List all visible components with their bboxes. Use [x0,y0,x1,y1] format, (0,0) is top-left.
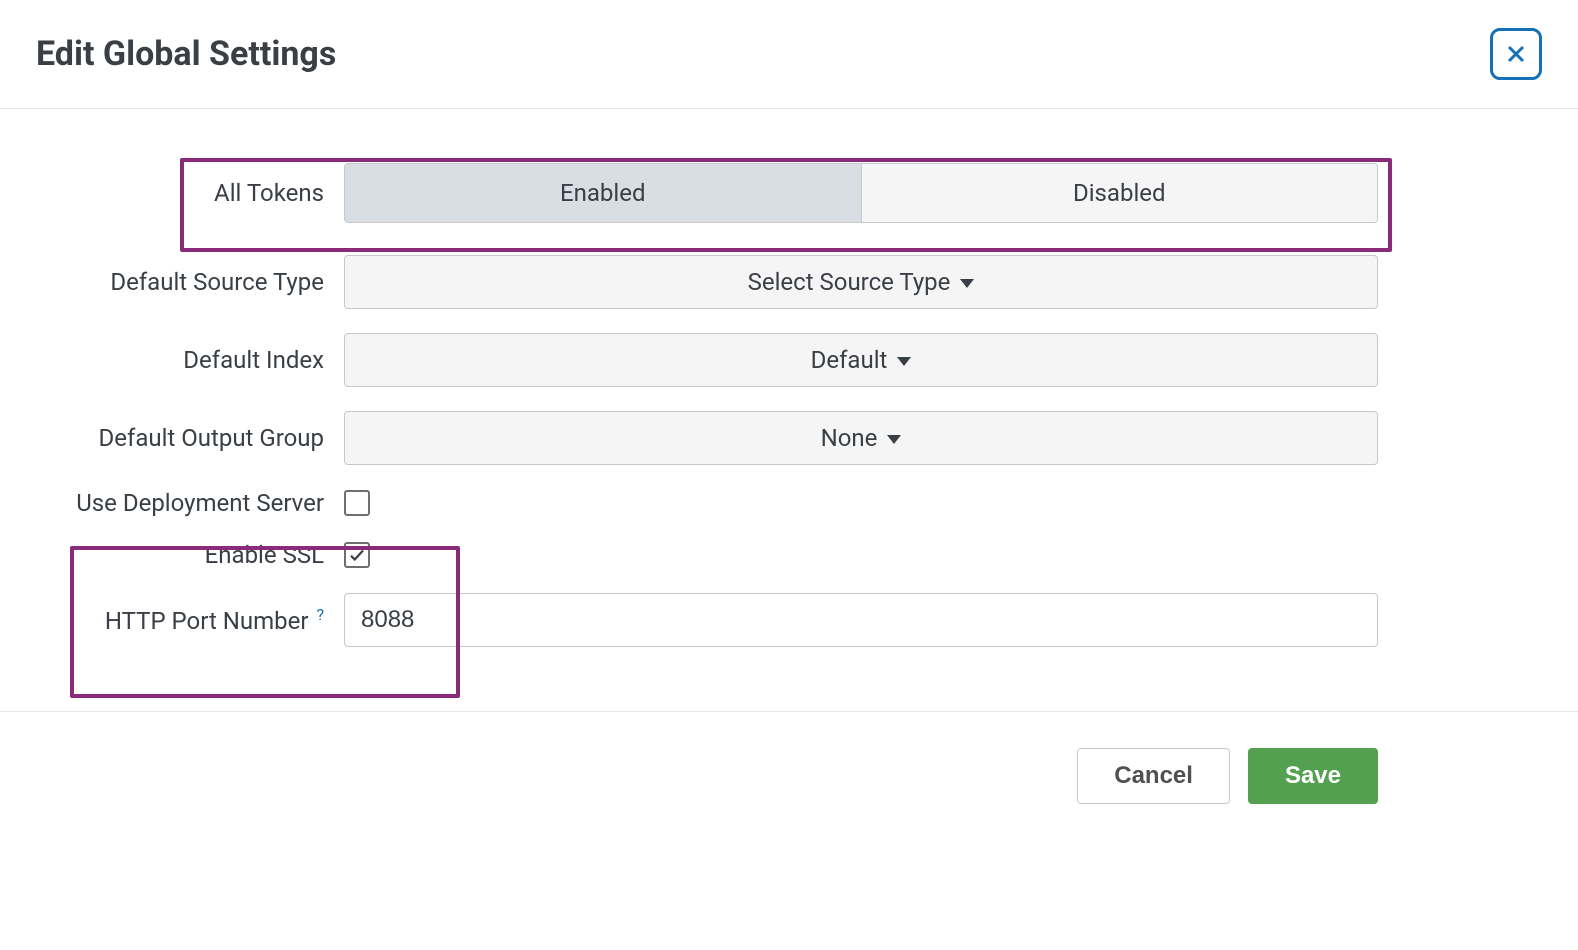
all-tokens-toggle: Enabled Disabled [344,163,1378,223]
label-default-output-group: Default Output Group [36,424,344,452]
dropdown-default-source-type-value: Select Source Type [748,268,951,296]
label-http-port-number: HTTP Port Number ? [36,605,344,635]
help-icon[interactable]: ? [316,605,324,624]
label-use-deployment-server: Use Deployment Server [36,489,344,517]
row-default-source-type: Default Source Type Select Source Type [0,255,1578,309]
row-enable-ssl: Enable SSL [0,541,1578,569]
dialog-title: Edit Global Settings [36,34,336,74]
label-default-source-type: Default Source Type [36,268,344,296]
row-http-port-number: HTTP Port Number ? [0,593,1578,647]
cancel-button-label: Cancel [1114,762,1193,789]
check-icon [348,546,366,564]
save-button-label: Save [1285,762,1341,789]
checkbox-enable-ssl[interactable] [344,542,370,568]
edit-global-settings-dialog: Edit Global Settings All Tokens Enabled … [0,0,1578,840]
dialog-body: All Tokens Enabled Disabled Default Sour… [0,109,1578,711]
caret-down-icon [887,435,901,444]
label-default-index: Default Index [36,346,344,374]
row-use-deployment-server: Use Deployment Server [0,489,1578,517]
label-enable-ssl: Enable SSL [36,541,344,569]
control-all-tokens: Enabled Disabled [344,163,1378,223]
caret-down-icon [960,279,974,288]
dropdown-default-index-value: Default [811,346,888,374]
dropdown-default-index[interactable]: Default [344,333,1378,387]
dialog-header: Edit Global Settings [0,0,1578,109]
caret-down-icon [897,357,911,366]
input-http-port-number[interactable] [344,593,1378,647]
close-icon [1504,42,1528,66]
dialog-footer: Cancel Save [0,711,1578,840]
all-tokens-disabled-label: Disabled [1073,179,1166,207]
all-tokens-enabled[interactable]: Enabled [345,164,862,222]
row-default-output-group: Default Output Group None [0,411,1578,465]
dropdown-default-output-group[interactable]: None [344,411,1378,465]
row-default-index: Default Index Default [0,333,1578,387]
close-button[interactable] [1490,28,1542,80]
save-button[interactable]: Save [1248,748,1378,804]
dropdown-default-source-type[interactable]: Select Source Type [344,255,1378,309]
label-http-port-number-text: HTTP Port Number [105,607,309,635]
all-tokens-enabled-label: Enabled [560,179,646,207]
checkbox-use-deployment-server[interactable] [344,490,370,516]
dropdown-default-output-group-value: None [821,424,878,452]
label-all-tokens: All Tokens [36,179,344,207]
all-tokens-disabled[interactable]: Disabled [862,164,1378,222]
cancel-button[interactable]: Cancel [1077,748,1230,804]
row-all-tokens: All Tokens Enabled Disabled [0,163,1578,223]
